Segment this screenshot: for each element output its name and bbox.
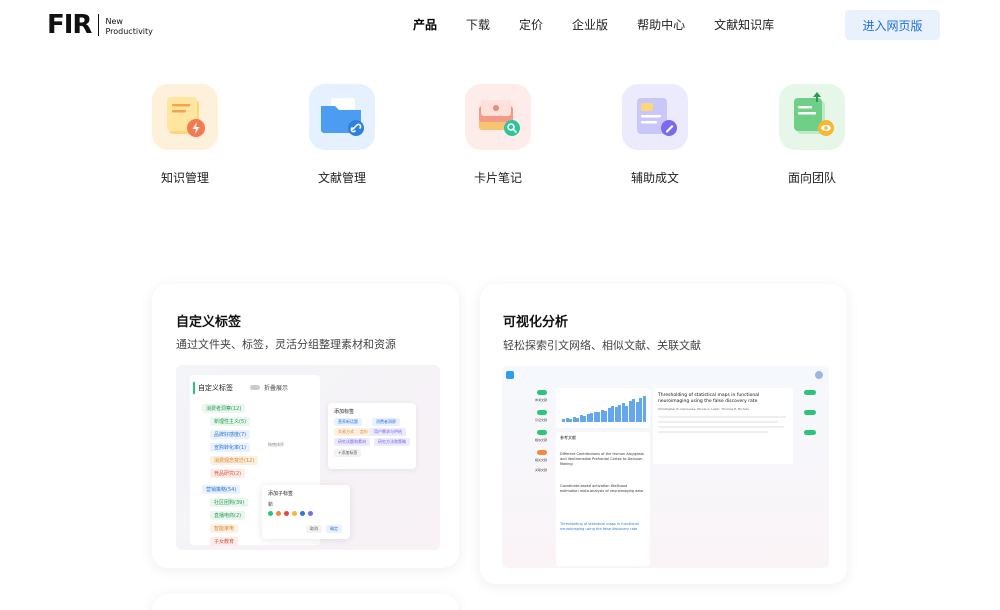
- tag-chip[interactable]: 研究试题和素材: [334, 438, 370, 446]
- swatch-yellow[interactable]: [292, 511, 297, 516]
- app-icon: [506, 371, 514, 379]
- tag-node[interactable]: 营销策略(54): [202, 485, 241, 494]
- drag-hint: 拖拽排序: [268, 442, 284, 447]
- document-pen-icon: [622, 84, 688, 150]
- feature-knowledge[interactable]: 知识管理: [135, 84, 235, 186]
- tag-chip[interactable]: 研究方法和策略: [374, 438, 410, 446]
- toggle-label: 折叠展示: [264, 385, 289, 392]
- tag-node[interactable]: 社区团购(39): [210, 498, 249, 507]
- sub-tag-input[interactable]: 新: [268, 501, 273, 508]
- side-tabs: 参考文献 引证文献 相似文献 相关文献 关联文献: [534, 388, 552, 478]
- paper-authors: Christopher R. Genovese, Nicole A. Lazar…: [658, 407, 749, 411]
- card-subtitle: 通过文件夹、标签，灵活分组整理素材和资源: [176, 338, 396, 351]
- reference-item[interactable]: Different Contributions of the Human Amy…: [560, 452, 646, 467]
- color-swatches: [268, 511, 313, 516]
- tag-node[interactable]: 品牌好感度(7): [210, 430, 251, 439]
- tag-node[interactable]: 消费观念变迁(12): [210, 456, 259, 465]
- folder-link-icon: [309, 84, 375, 150]
- feature-literature[interactable]: 文献管理: [292, 84, 392, 186]
- tag-chip[interactable]: 营养新话题: [334, 418, 362, 426]
- fir-logo[interactable]: FIR New Productivity: [47, 10, 153, 40]
- feature-label: 知识管理: [160, 171, 209, 185]
- citation-bar: [642, 396, 646, 422]
- logo-mark: FIR: [47, 10, 92, 40]
- side-tab[interactable]: 引证文献: [535, 418, 547, 422]
- team-document-eye-icon: [779, 84, 845, 150]
- panel-title: 自定义标签: [198, 384, 233, 392]
- paper-detail: Thresholding of statistical maps in func…: [653, 388, 793, 464]
- add-tag-popover: 添加标签 营养新话题 消费者洞察 交易方式 定价 用户需求与供给 研究试题和素材…: [328, 403, 416, 469]
- side-tab[interactable]: 相似文献: [535, 438, 547, 442]
- tag-node[interactable]: 子女教育: [210, 537, 239, 546]
- tag-chip[interactable]: 交易方式: [334, 428, 358, 436]
- feature-writing[interactable]: 辅助成文: [605, 84, 705, 186]
- feature-label: 文献管理: [317, 171, 366, 185]
- reference-item[interactable]: Thresholding of statistical maps in func…: [560, 522, 646, 532]
- confirm-button[interactable]: 确定: [326, 525, 342, 533]
- visual-analysis-card: 可视化分析 轻松探索引文网络、相似文献、关联文献 参考文献 引证文献 相似文献 …: [480, 284, 847, 584]
- feature-cards[interactable]: 卡片笔记: [448, 84, 548, 186]
- tags-preview: 自定义标签 折叠展示 消费者洞察(12) 新理性主义(5) 品牌好感度(7) 宣…: [176, 365, 440, 550]
- nav-help[interactable]: 帮助中心: [637, 16, 685, 33]
- nav-enterprise[interactable]: 企业版: [572, 16, 608, 33]
- cancel-button[interactable]: 取消: [306, 525, 322, 533]
- feature-label: 辅助成文: [630, 171, 679, 185]
- avatar[interactable]: [815, 371, 823, 379]
- tag-node[interactable]: 竞品研究(2): [210, 469, 246, 478]
- tag-node[interactable]: 直播电商(2): [210, 511, 246, 520]
- side-tab[interactable]: 参考文献: [535, 398, 547, 402]
- notebook-bolt-icon: [152, 84, 218, 150]
- tag-node[interactable]: 消费者洞察(12): [202, 404, 246, 413]
- tag-node[interactable]: 智能家电: [210, 524, 239, 533]
- logo-tagline: New Productivity: [105, 17, 153, 36]
- side-tab[interactable]: 相关文献: [535, 458, 547, 462]
- tag-node[interactable]: 宣购转化率(1): [210, 443, 251, 452]
- swatch-blue[interactable]: [300, 511, 305, 516]
- sub-tag-popover: 添加子标签 新 取消 确定: [262, 485, 350, 539]
- side-tab[interactable]: 关联文献: [535, 468, 547, 472]
- reference-item[interactable]: Coordinate-based activation likelihood e…: [560, 484, 646, 494]
- card-subtitle: 轻松探索引文网络、相似文献、关联文献: [503, 339, 701, 352]
- nav-pricing[interactable]: 定价: [519, 16, 543, 33]
- card-title: 自定义标签: [176, 315, 242, 330]
- fold-toggle[interactable]: [250, 385, 260, 390]
- citation-bars: [562, 396, 646, 422]
- popover-title: 添加子标签: [268, 491, 294, 497]
- site-header: FIR New Productivity 产品 下载 定价 企业版 帮助中心 文…: [0, 0, 1000, 48]
- add-tag-link[interactable]: +添加标签: [334, 449, 362, 457]
- card-title: 可视化分析: [503, 315, 569, 330]
- swatch-green[interactable]: [268, 511, 273, 516]
- card-stack-search-icon: [465, 84, 531, 150]
- tag-chip[interactable]: 用户需求与供给: [370, 428, 406, 436]
- ref-heading: 参考文献: [560, 435, 576, 440]
- reference-list: 参考文献 Different Contributions of the Huma…: [556, 432, 650, 566]
- swatch-purple[interactable]: [308, 511, 313, 516]
- paper-title: Thresholding of statistical maps in func…: [658, 393, 760, 404]
- logo-divider: [98, 14, 100, 36]
- swatch-red[interactable]: [284, 511, 289, 516]
- next-card-left: [152, 594, 459, 610]
- tag-chip[interactable]: 消费者洞察: [372, 418, 400, 426]
- custom-tags-card: 自定义标签 通过文件夹、标签，灵活分组整理素材和资源 自定义标签 折叠展示 消费…: [152, 284, 459, 568]
- feature-label: 面向团队: [787, 171, 836, 185]
- nav-download[interactable]: 下载: [466, 16, 490, 33]
- feature-team[interactable]: 面向团队: [762, 84, 862, 186]
- tag-node[interactable]: 新理性主义(5): [210, 417, 251, 426]
- nav-library[interactable]: 文献知识库: [714, 16, 774, 33]
- right-tabs: [798, 388, 824, 448]
- main-nav: 产品 下载 定价 企业版 帮助中心 文献知识库: [413, 16, 803, 33]
- analysis-preview: 参考文献 引证文献 相似文献 相关文献 关联文献 参考文献 Different …: [502, 366, 829, 568]
- nav-product[interactable]: 产品: [413, 16, 437, 33]
- swatch-orange[interactable]: [276, 511, 281, 516]
- citation-chart: [556, 388, 650, 428]
- popover-title: 添加标签: [334, 409, 355, 415]
- enter-web-button[interactable]: 进入网页版: [845, 10, 940, 40]
- feature-label: 卡片笔记: [473, 171, 522, 185]
